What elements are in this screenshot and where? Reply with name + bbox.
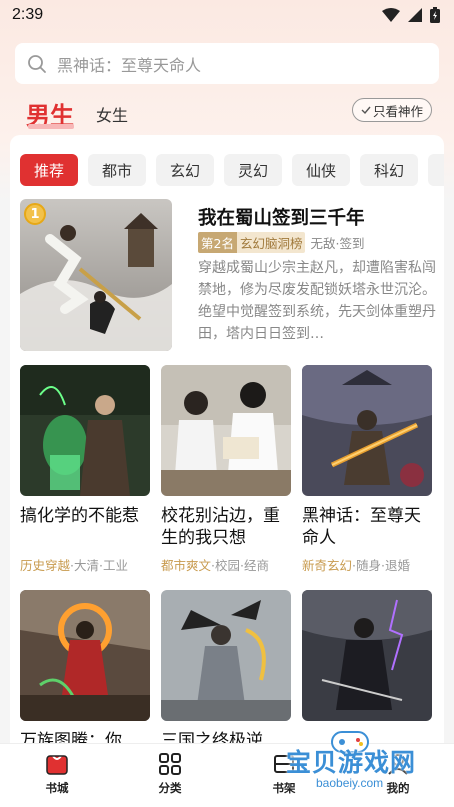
grid-icon — [159, 753, 181, 775]
chip-more[interactable] — [428, 154, 444, 186]
chip-spirit[interactable]: 灵幻 — [224, 154, 282, 186]
chip-recommend[interactable]: 推荐 — [20, 154, 78, 186]
check-icon — [361, 106, 371, 115]
book-tags: 新奇玄幻·随身·退婚 — [302, 555, 432, 574]
signal-icon — [408, 8, 422, 22]
chip-xianxia[interactable]: 仙侠 — [292, 154, 350, 186]
book-item[interactable]: 搞化学的不能惹 历史穿越·大清·工业 — [20, 365, 150, 574]
watermark: 宝贝游戏网 baobeiy.com — [280, 731, 430, 800]
nav-categories[interactable]: 分类 — [140, 752, 200, 796]
search-bar[interactable]: 黑神话：至尊天命人 — [15, 43, 439, 84]
book-cover[interactable] — [302, 365, 432, 496]
book-cover[interactable] — [302, 590, 432, 721]
sub-tags: ·随身·退婚 — [352, 558, 410, 573]
chip-scifi[interactable]: 科幻 — [360, 154, 418, 186]
main-tag: 都市爽文 — [161, 558, 212, 573]
book-tags: 都市爽文·校园·经商 — [161, 555, 291, 574]
category-chips: 推荐 都市 玄幻 灵幻 仙侠 科幻 — [20, 154, 444, 186]
chip-fantasy[interactable]: 玄幻 — [156, 154, 214, 186]
book-title: 黑神话：至尊天命人 — [302, 506, 421, 548]
book-item[interactable]: 校花别沾边，重生的我只想 都市爽文·校园·经商 — [161, 365, 291, 574]
tab-female[interactable]: 女生 — [96, 102, 128, 126]
rank-badge: 1 — [24, 203, 46, 225]
book-cover[interactable] — [161, 590, 291, 721]
nav-bookstore[interactable]: 书城 — [27, 752, 87, 796]
nav-bookstore-label: 书城 — [45, 781, 69, 795]
watermark-text: 宝贝游戏网 — [286, 748, 417, 777]
sub-tags: ·大清·工业 — [70, 558, 128, 573]
book-list-card: 推荐 都市 玄幻 灵幻 仙侠 科幻 1 我在蜀山签到三千年 第2名 玄幻脑洞榜 … — [10, 135, 444, 755]
only-watch-toggle[interactable]: 只看神作 — [352, 98, 432, 122]
main-tag: 历史穿越 — [20, 558, 71, 573]
featured-title: 我在蜀山签到三千年 — [198, 208, 365, 229]
bookstore-icon — [46, 755, 68, 775]
featured-tags: 第2名 玄幻脑洞榜 无敌·签到 — [198, 232, 364, 253]
book-cover[interactable]: 1 — [20, 199, 172, 351]
book-cover[interactable] — [20, 365, 150, 496]
wifi-icon — [382, 8, 400, 22]
list-tag: 玄幻脑洞榜 — [236, 232, 306, 253]
battery-icon — [430, 7, 440, 23]
search-icon — [28, 54, 46, 73]
chip-urban[interactable]: 都市 — [88, 154, 146, 186]
book-tags: 历史穿越·大清·工业 — [20, 555, 150, 574]
book-item[interactable]: 三国之终极逆 — [161, 590, 291, 755]
only-watch-label: 只看神作 — [372, 103, 423, 119]
genre-tags: 无敌·签到 — [310, 236, 365, 251]
status-bar: 2:39 — [0, 0, 454, 32]
book-item[interactable]: 万族图腾：你 — [20, 590, 150, 755]
book-cover[interactable] — [161, 365, 291, 496]
nav-categories-label: 分类 — [158, 781, 182, 795]
book-title: 校花别沾边，重生的我只想 — [161, 506, 280, 548]
book-cover[interactable] — [20, 590, 150, 721]
book-item[interactable]: 黑神话：至尊天命人 新奇玄幻·随身·退婚 — [302, 365, 432, 574]
book-title: 搞化学的不能惹 — [20, 506, 139, 526]
status-time: 2:39 — [12, 6, 44, 23]
sub-tags: ·校园·经商 — [211, 558, 269, 573]
status-icons — [382, 7, 440, 23]
tab-active-indicator — [28, 124, 74, 129]
featured-description: 穿越成蜀山少宗主赵凡，却遭陷害私闯禁地，修为尽废发配锁妖塔永世沉沦。绝望中觉醒签… — [198, 260, 436, 342]
watermark-url: baobeiy.com — [316, 776, 384, 790]
rank-tag: 第2名 — [198, 232, 237, 253]
main-tag: 新奇玄幻 — [302, 558, 353, 573]
featured-book[interactable]: 1 我在蜀山签到三千年 第2名 玄幻脑洞榜 无敌·签到 穿越成蜀山少宗主赵凡，却… — [20, 199, 440, 351]
search-input[interactable]: 黑神话：至尊天命人 — [57, 52, 201, 76]
